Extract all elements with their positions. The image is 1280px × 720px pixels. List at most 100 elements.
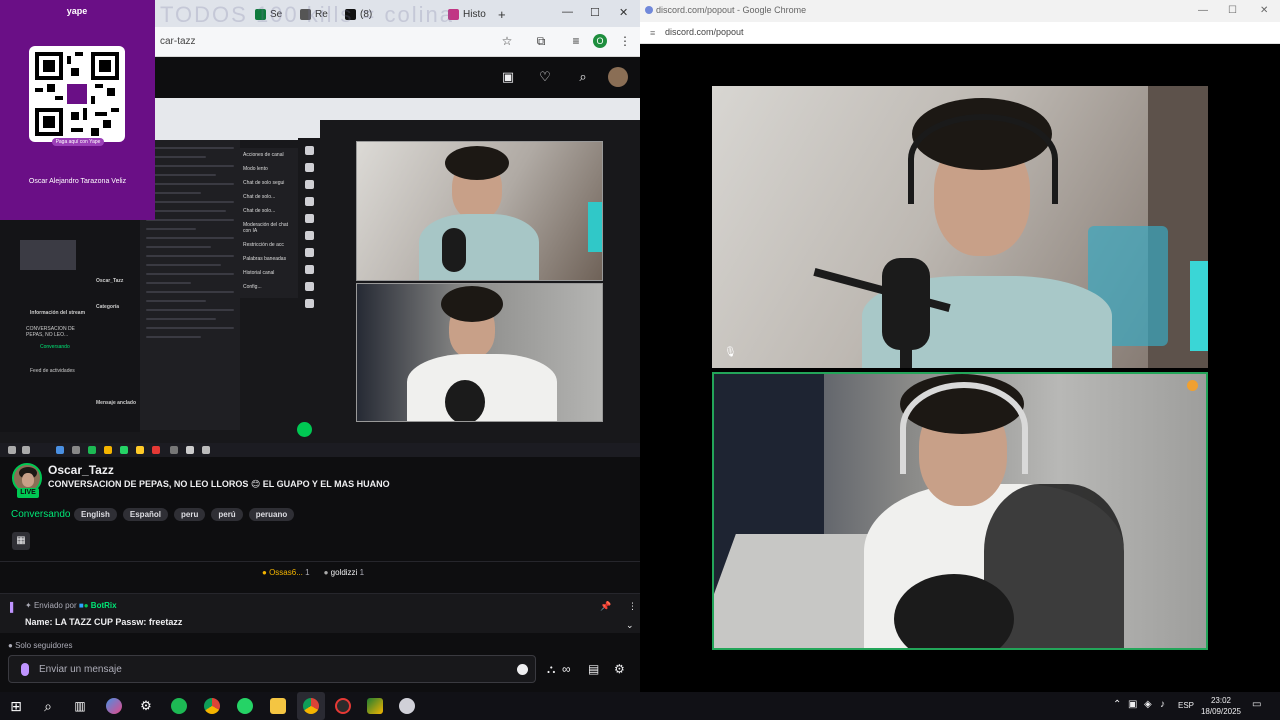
extensions-icon[interactable]: ⧉: [534, 34, 548, 48]
nested-mod-rail: [298, 138, 320, 338]
close-icon[interactable]: ✕: [619, 6, 628, 19]
window-title: discord.com/popout - Google Chrome: [656, 5, 807, 15]
followers-only-notice: ● Solo seguidores: [8, 641, 73, 650]
whatsapp-icon[interactable]: [237, 698, 253, 714]
new-tab-button[interactable]: +: [498, 4, 506, 25]
maximize-icon[interactable]: ☐: [590, 6, 600, 19]
more-options-icon[interactable]: ⋮: [628, 601, 637, 612]
tray-app-icon[interactable]: ▣: [1128, 699, 1137, 710]
taskbar-clock[interactable]: 23:02 18/09/2025: [1196, 695, 1246, 717]
nested-thumbnail: [20, 240, 76, 270]
dot-icon: ●: [8, 641, 13, 650]
maximize-icon[interactable]: ☐: [1228, 5, 1237, 16]
overlay-watermark-text: TODOS 100 kills = colina: [160, 2, 454, 27]
pinned-chat-icon: ▌: [10, 602, 17, 612]
infinity-icon[interactable]: ∞: [562, 662, 571, 676]
url-text[interactable]: car-tazz: [160, 36, 196, 47]
nested-stream-info: Información del stream CONVERSACION DE P…: [0, 220, 140, 432]
user-avatar[interactable]: [608, 67, 628, 87]
pinned-message-text: Name: LA TAZZ CUP Passw: freetazz: [25, 617, 183, 627]
nested-webcam-top: [356, 141, 603, 281]
stream-category[interactable]: Conversando: [11, 509, 70, 520]
tray-chevron-up-icon[interactable]: ⌃: [1113, 699, 1121, 710]
window-title-bar: discord.com/popout - Google Chrome — ☐ ✕: [640, 0, 1280, 22]
pinned-message: ▌ ✦ Enviado por ■● BotRix Name: LA TAZZ …: [0, 593, 640, 633]
chevron-down-icon[interactable]: ⌄: [626, 620, 634, 631]
input-language[interactable]: ESP: [1178, 701, 1194, 710]
obs-icon[interactable]: [335, 698, 351, 714]
file-explorer-icon[interactable]: [270, 698, 286, 714]
tag-peru[interactable]: peru: [174, 508, 206, 521]
copilot-icon[interactable]: [106, 698, 122, 714]
search-icon[interactable]: ⌕: [575, 69, 591, 85]
stream-tags: English Español peru perú peruano: [74, 508, 295, 521]
qr-code-icon: [35, 52, 119, 136]
chat-divider: [0, 561, 640, 562]
minimize-icon[interactable]: —: [562, 6, 573, 18]
yape-donation-overlay: yape Paga aquí con Yape Oscar Alejandro …: [0, 0, 155, 220]
chat-leaderboard: ● Ossas6... 1 ● goldizzi 1: [262, 568, 364, 577]
settings-gear-icon[interactable]: ⚙: [138, 698, 154, 714]
bookmark-star-icon[interactable]: ☆: [500, 34, 514, 48]
nested-taskbar: [0, 443, 640, 457]
chat-input-box[interactable]: [8, 655, 536, 683]
volume-icon[interactable]: ♪: [1160, 699, 1165, 710]
twitch-browser-window: Se Re (8) Histo + — ☐ ✕ car-tazz ☆ ⧉ ≡ O…: [0, 0, 640, 692]
medal-icon: ●: [323, 568, 329, 577]
chat-message-input[interactable]: [39, 662, 509, 677]
tag-espanol[interactable]: Español: [122, 508, 169, 521]
follow-heart-icon[interactable]: ♡: [537, 69, 553, 85]
chrome-menu-icon[interactable]: ⋮: [618, 34, 632, 48]
windows-start-icon[interactable]: ⊞: [8, 698, 24, 714]
discord-favicon-icon: [645, 6, 653, 14]
notifications-icon[interactable]: ▭: [1252, 699, 1261, 710]
medal-icon: ●: [262, 568, 267, 577]
yape-recipient-name: Oscar Alejandro Tarazona Veliz: [28, 178, 127, 185]
yape-logo: yape: [66, 6, 88, 16]
site-info-icon[interactable]: ≡: [650, 28, 655, 38]
profile-avatar[interactable]: O: [593, 34, 607, 48]
media-control-icon[interactable]: ≡: [569, 34, 583, 48]
pin-icon[interactable]: 📌: [600, 601, 611, 612]
close-icon[interactable]: ✕: [1260, 5, 1268, 16]
discord-webcam-tile-bottom[interactable]: [712, 372, 1208, 650]
tag-english[interactable]: English: [74, 508, 117, 521]
search-icon[interactable]: ⌕: [40, 698, 56, 714]
popout-url[interactable]: discord.com/popout: [665, 27, 744, 37]
microphone-icon[interactable]: [21, 663, 29, 676]
gift-icon[interactable]: ▦: [12, 532, 30, 550]
nested-chat-panel: [140, 140, 240, 430]
shop-icon[interactable]: ▤: [588, 662, 599, 676]
leaderboard-entry[interactable]: ● Ossas6... 1: [262, 568, 310, 577]
popout-address-bar: ≡ discord.com/popout: [640, 22, 1280, 44]
nested-webcam-bottom: [356, 283, 603, 422]
app-stack-icon[interactable]: [367, 698, 383, 714]
minimize-icon[interactable]: —: [1198, 5, 1208, 16]
prime-loot-icon[interactable]: ▣: [500, 69, 516, 85]
nested-green-button: [297, 422, 312, 437]
network-icon[interactable]: ◈: [1144, 699, 1152, 710]
pin-icon: ✦: [25, 601, 32, 610]
chat-settings-gear-icon[interactable]: ⚙: [614, 662, 625, 676]
emote-picker-icon[interactable]: [517, 664, 528, 675]
stream-title: CONVERSACION DE PEPAS, NO LEO LLOROS 😊 E…: [48, 479, 390, 489]
task-view-icon[interactable]: ▥: [72, 698, 88, 714]
yape-qr-code: [29, 46, 125, 142]
nested-discord-chrome: [320, 98, 640, 120]
tag-peru-accent[interactable]: perú: [211, 508, 243, 521]
streamer-name[interactable]: Oscar_Tazz: [48, 463, 114, 477]
bot-name[interactable]: BotRix: [91, 601, 117, 610]
channel-points-icon[interactable]: ⛬: [547, 662, 555, 677]
chrome-icon[interactable]: [204, 698, 220, 714]
nested-browser-chrome: [155, 98, 320, 140]
leaderboard-entry[interactable]: ● goldizzi 1: [324, 568, 364, 577]
muted-microphone-icon: 🎙: [724, 347, 737, 358]
warning-icon: [1187, 380, 1198, 391]
app-icon[interactable]: [399, 698, 415, 714]
verified-icon: ●: [83, 601, 89, 610]
discord-webcam-tile-top[interactable]: 🎙: [712, 86, 1208, 368]
spotify-icon[interactable]: [171, 698, 187, 714]
tag-peruano[interactable]: peruano: [248, 508, 295, 521]
chrome-icon-active[interactable]: [303, 698, 319, 714]
nested-moderation-menu: Acciones de canal Modo lento Chat de sol…: [240, 148, 298, 298]
